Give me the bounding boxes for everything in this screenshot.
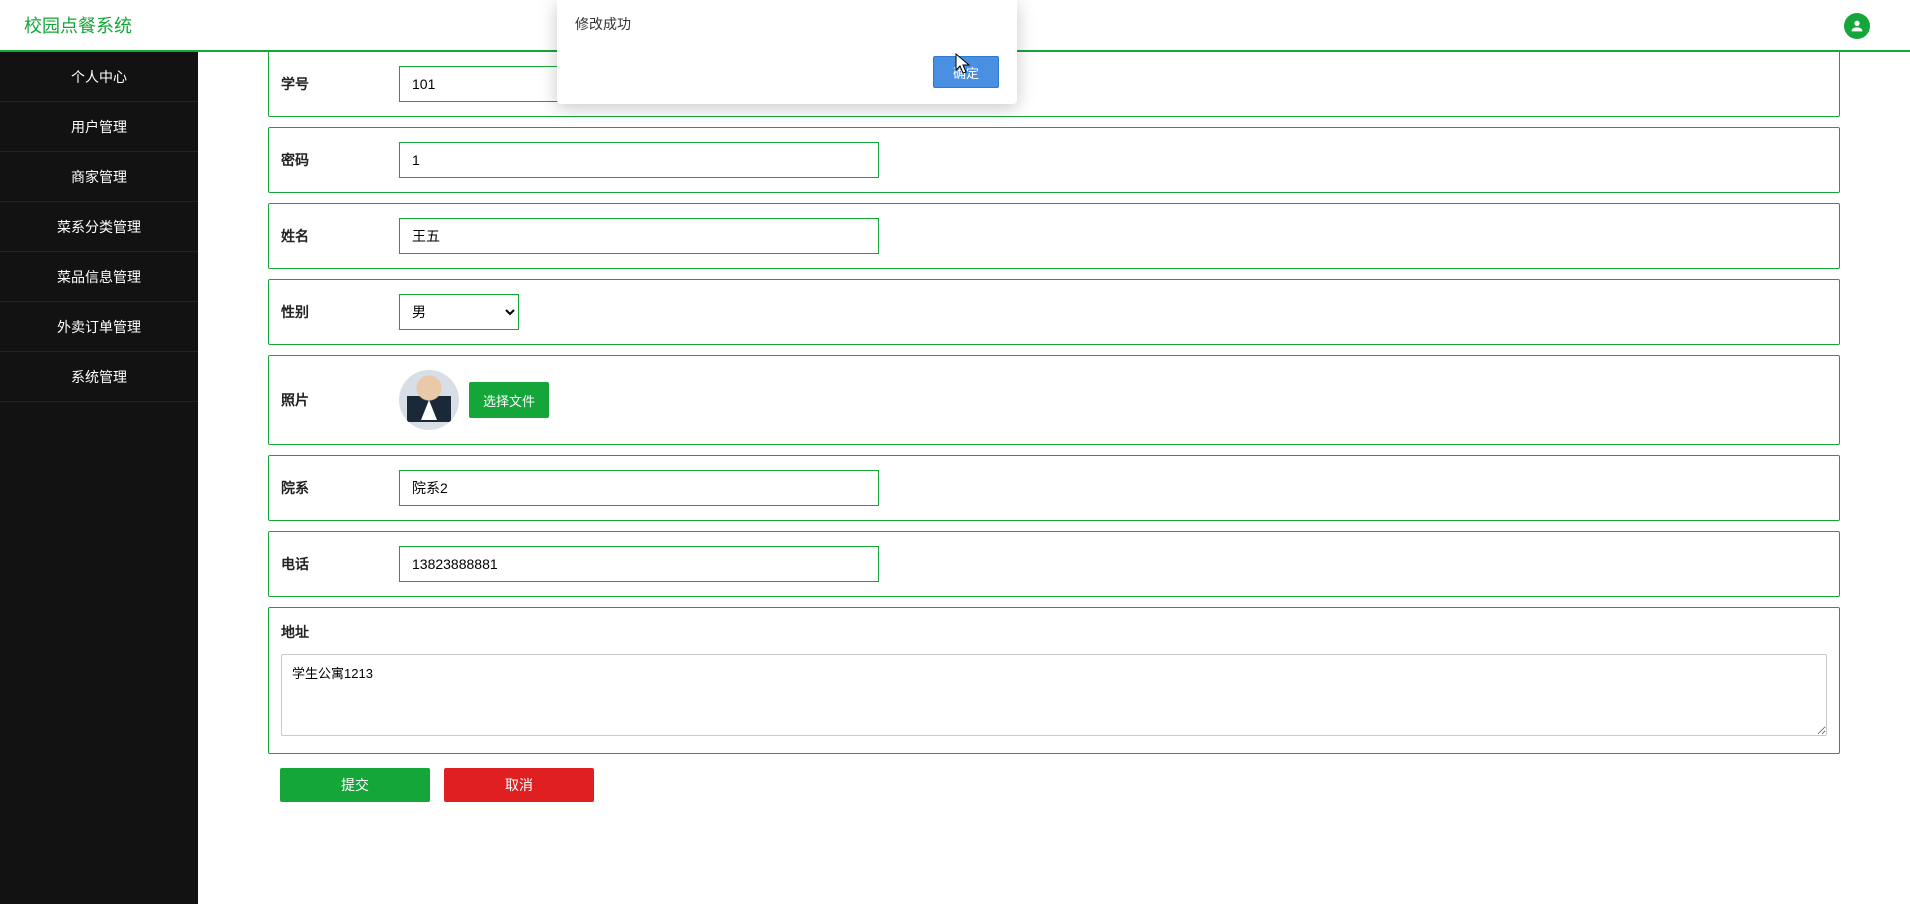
photo-thumbnail	[399, 370, 459, 430]
sidebar-item-cuisine-category-management[interactable]: 菜系分类管理	[0, 202, 198, 252]
field-group-phone: 电话	[268, 531, 1840, 597]
label-address: 地址	[281, 622, 399, 642]
field-group-password: 密码	[268, 127, 1840, 193]
sidebar-item-personal-center[interactable]: 个人中心	[0, 52, 198, 102]
field-group-address: 地址	[268, 607, 1840, 754]
sidebar-item-system-management[interactable]: 系统管理	[0, 352, 198, 402]
field-group-student-id: 学号	[268, 52, 1840, 117]
label-photo: 照片	[281, 390, 399, 410]
label-name: 姓名	[281, 226, 399, 246]
sidebar-item-user-management[interactable]: 用户管理	[0, 102, 198, 152]
submit-button[interactable]: 提交	[280, 768, 430, 802]
label-faculty: 院系	[281, 478, 399, 498]
input-phone[interactable]	[399, 546, 879, 582]
sidebar-item-dish-info-management[interactable]: 菜品信息管理	[0, 252, 198, 302]
label-student-id: 学号	[281, 74, 399, 94]
modal-confirm-button[interactable]: 确定	[933, 56, 999, 88]
choose-file-button[interactable]: 选择文件	[469, 382, 549, 418]
textarea-address[interactable]	[281, 654, 1827, 736]
field-group-faculty: 院系	[268, 455, 1840, 521]
input-name[interactable]	[399, 218, 879, 254]
input-password[interactable]	[399, 142, 879, 178]
field-group-gender: 性别 男	[268, 279, 1840, 345]
field-group-photo: 照片 选择文件	[268, 355, 1840, 445]
select-gender[interactable]: 男	[399, 294, 519, 330]
label-gender: 性别	[281, 302, 399, 322]
modal-message: 修改成功	[575, 14, 999, 34]
label-password: 密码	[281, 150, 399, 170]
user-avatar-button[interactable]	[1844, 13, 1870, 39]
app-title: 校园点餐系统	[24, 12, 132, 38]
success-modal: 修改成功 确定	[557, 0, 1017, 104]
sidebar-item-delivery-order-management[interactable]: 外卖订单管理	[0, 302, 198, 352]
main-content: 学号 密码 姓名 性别 男 照片 选择文件 院系 电话 地址 提交 取消	[198, 52, 1910, 904]
cancel-button[interactable]: 取消	[444, 768, 594, 802]
sidebar-item-merchant-management[interactable]: 商家管理	[0, 152, 198, 202]
input-faculty[interactable]	[399, 470, 879, 506]
form-actions-row: 提交 取消	[268, 768, 1840, 802]
sidebar: 个人中心 用户管理 商家管理 菜系分类管理 菜品信息管理 外卖订单管理 系统管理	[0, 52, 198, 904]
label-phone: 电话	[281, 554, 399, 574]
user-icon	[1849, 18, 1865, 34]
field-group-name: 姓名	[268, 203, 1840, 269]
